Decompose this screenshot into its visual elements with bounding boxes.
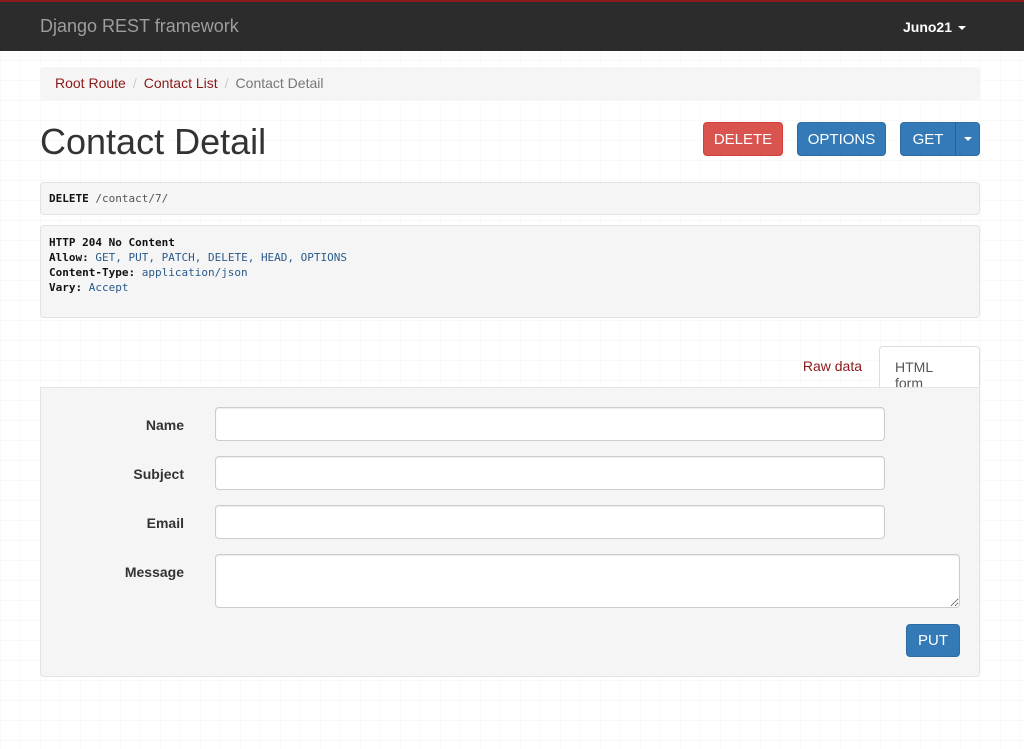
header-key: Vary: bbox=[49, 281, 83, 294]
header-key: Content-Type: bbox=[49, 266, 136, 279]
breadcrumb-active: Contact Detail bbox=[235, 75, 324, 91]
get-button[interactable]: GET bbox=[900, 122, 956, 156]
html-form-panel: Name Subject Email Message PUT bbox=[40, 387, 980, 677]
response-header-content-type: Content-Type: application/json bbox=[49, 265, 971, 280]
message-label: Message bbox=[124, 564, 184, 580]
header-value: Accept bbox=[88, 281, 129, 294]
request-info: DELETE /contact/7/ bbox=[40, 182, 980, 215]
navbar: Django REST framework Juno21 bbox=[0, 0, 1024, 51]
subject-label: Subject bbox=[133, 466, 184, 482]
response-header-vary: Vary: Accept bbox=[49, 280, 971, 295]
form-tabs: Raw data HTML form bbox=[40, 346, 980, 391]
delete-button[interactable]: DELETE bbox=[703, 122, 783, 156]
response-header-allow: Allow: GET, PUT, PATCH, DELETE, HEAD, OP… bbox=[49, 250, 971, 265]
get-format-dropdown-button[interactable] bbox=[955, 122, 980, 156]
breadcrumb: Root Route / Contact List / Contact Detail bbox=[40, 67, 980, 101]
breadcrumb-separator: / bbox=[132, 75, 137, 91]
header-key: Allow: bbox=[49, 251, 89, 264]
header-value: application/json bbox=[141, 266, 248, 279]
page-title: Contact Detail bbox=[40, 121, 267, 162]
email-field[interactable] bbox=[215, 505, 885, 539]
put-button[interactable]: PUT bbox=[906, 624, 960, 657]
options-button[interactable]: OPTIONS bbox=[797, 122, 886, 156]
user-menu-dropdown[interactable]: Juno21 bbox=[903, 19, 966, 35]
name-label: Name bbox=[145, 417, 184, 433]
tab-raw-data[interactable]: Raw data bbox=[788, 346, 877, 388]
brand-link[interactable]: Django REST framework bbox=[40, 16, 239, 37]
breadcrumb-separator: / bbox=[224, 75, 229, 91]
breadcrumb-contact-list[interactable]: Contact List bbox=[144, 75, 218, 91]
tab-html-form[interactable]: HTML form bbox=[879, 346, 980, 391]
name-field[interactable] bbox=[215, 407, 885, 441]
request-path: /contact/7/ bbox=[95, 192, 169, 205]
caret-down-icon bbox=[963, 137, 972, 141]
response-info: HTTP 204 No Content Allow: GET, PUT, PAT… bbox=[40, 225, 980, 318]
caret-down-icon bbox=[958, 26, 966, 31]
subject-field[interactable] bbox=[215, 456, 885, 490]
request-method: DELETE bbox=[49, 192, 89, 205]
breadcrumb-root-route[interactable]: Root Route bbox=[55, 75, 126, 91]
email-label: Email bbox=[146, 515, 184, 531]
response-status: HTTP 204 No Content bbox=[49, 236, 175, 249]
message-field[interactable] bbox=[215, 554, 960, 608]
user-name: Juno21 bbox=[902, 19, 952, 35]
header-value: GET, PUT, PATCH, DELETE, HEAD, OPTIONS bbox=[95, 251, 348, 264]
